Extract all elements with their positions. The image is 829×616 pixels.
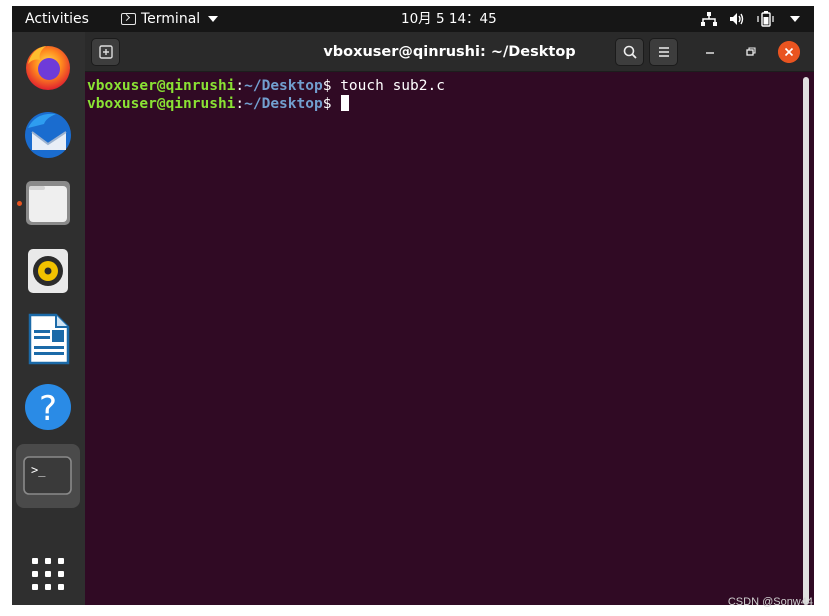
volume-icon <box>730 13 744 25</box>
app-menu-label: Terminal <box>141 11 201 27</box>
clock[interactable]: 10月 5 14：45 <box>401 6 497 32</box>
maximize-button[interactable] <box>740 42 760 62</box>
prompt-path: ~/Desktop <box>244 78 323 94</box>
help-icon: ? <box>25 384 71 430</box>
dock-show-applications[interactable] <box>16 542 80 605</box>
desktop-screen: Activities Terminal 10月 5 14：45 ? >_ vbo… <box>12 6 814 605</box>
dock-firefox[interactable] <box>16 34 80 98</box>
app-menu[interactable]: Terminal <box>121 6 219 32</box>
system-tray[interactable] <box>701 6 800 32</box>
svg-text:>_: >_ <box>31 463 46 477</box>
prompt-separator: : <box>235 96 245 112</box>
libreoffice-writer-icon <box>28 313 70 365</box>
top-bar: Activities Terminal 10月 5 14：45 <box>12 6 814 32</box>
search-icon <box>623 45 637 59</box>
prompt-user: vboxuser@qinrushi <box>87 78 236 94</box>
hamburger-menu-icon <box>658 47 669 57</box>
dock-libreoffice-writer[interactable] <box>16 306 80 370</box>
text-cursor <box>341 95 350 111</box>
prompt-path: ~/Desktop <box>244 96 323 112</box>
prompt-user: vboxuser@qinrushi <box>87 96 236 112</box>
new-tab-button[interactable] <box>91 38 120 66</box>
thunderbird-icon <box>25 112 71 158</box>
terminal-app-icon: >_ <box>23 456 72 495</box>
header-bar[interactable]: vboxuser@qinrushi: ~/Desktop <box>85 32 814 72</box>
dropdown-arrow-icon <box>208 16 219 22</box>
scrollbar[interactable] <box>803 77 809 605</box>
network-icon <box>701 12 717 26</box>
dock-rhythmbox[interactable] <box>16 238 80 302</box>
files-icon <box>26 181 70 225</box>
terminal-output[interactable]: vboxuser@qinrushi:~/Desktop$ touch sub2.… <box>85 73 814 605</box>
menu-button[interactable] <box>649 38 678 66</box>
search-button[interactable] <box>615 38 644 66</box>
new-tab-icon <box>98 45 113 59</box>
minimize-button[interactable] <box>700 42 720 62</box>
dock-help[interactable]: ? <box>16 374 80 438</box>
rhythmbox-icon <box>28 249 68 293</box>
dock-terminal[interactable]: >_ <box>16 444 80 508</box>
terminal-line: vboxuser@qinrushi:~/Desktop$ touch sub2.… <box>87 77 814 95</box>
prompt-symbol: $ <box>322 78 341 94</box>
app-grid-icon <box>32 558 64 590</box>
dock: ? >_ <box>12 32 85 605</box>
prompt-separator: : <box>235 78 245 94</box>
firefox-icon <box>26 46 70 90</box>
command-text: touch sub2.c <box>340 78 445 94</box>
system-menu-arrow-icon <box>790 16 800 22</box>
svg-text:?: ? <box>39 389 57 429</box>
terminal-icon <box>121 13 136 25</box>
close-button[interactable] <box>778 41 800 63</box>
terminal-line: vboxuser@qinrushi:~/Desktop$ <box>87 95 814 113</box>
battery-icon <box>757 11 774 27</box>
terminal-window: vboxuser@qinrushi: ~/Desktop vboxuser@qi… <box>85 32 814 605</box>
dock-thunderbird[interactable] <box>16 102 80 166</box>
prompt-symbol: $ <box>322 96 341 112</box>
dock-files[interactable] <box>16 170 80 234</box>
watermark: CSDN @Sonw44 <box>727 596 813 608</box>
activities-button[interactable]: Activities <box>25 6 89 32</box>
